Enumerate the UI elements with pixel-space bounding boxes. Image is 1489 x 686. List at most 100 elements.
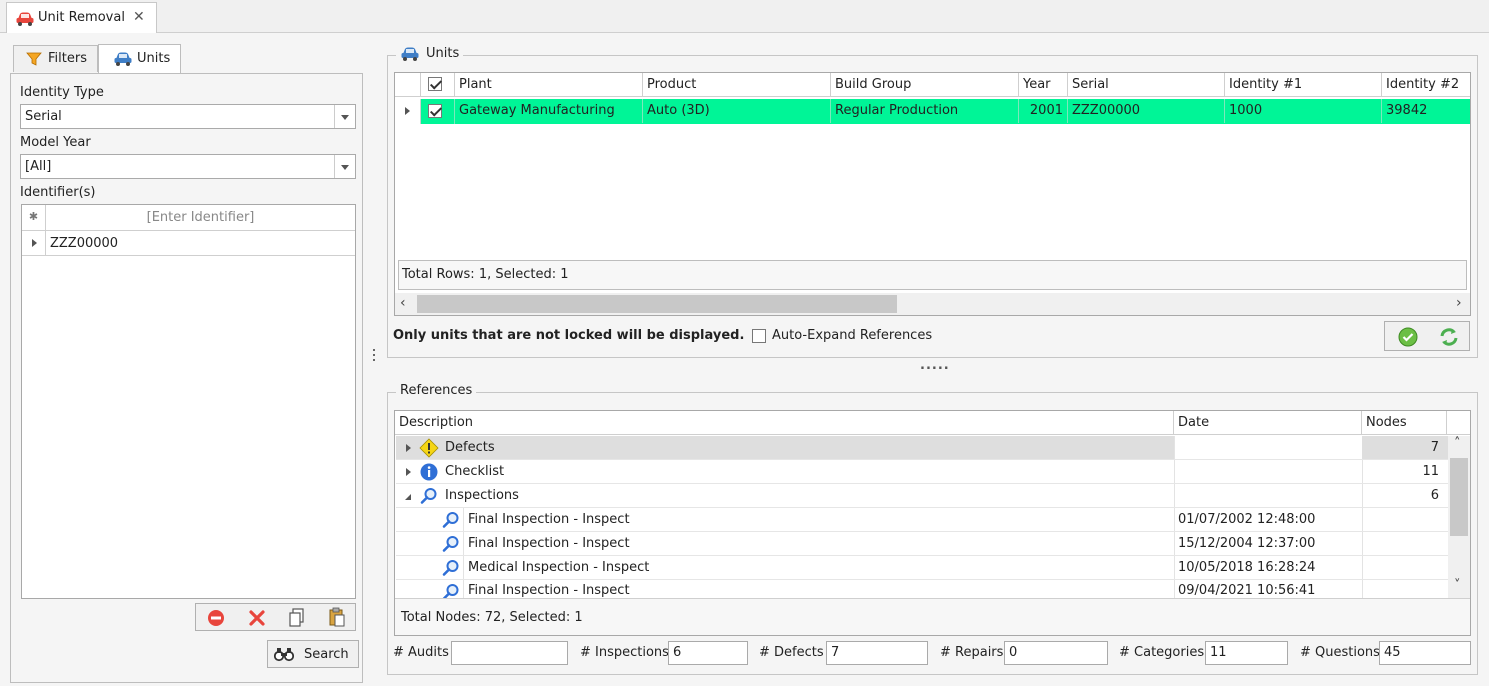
- expanded-icon[interactable]: [405, 494, 411, 500]
- column-header-nodes[interactable]: Nodes: [1362, 411, 1447, 435]
- references-status-bar: Total Nodes: 72, Selected: 1: [395, 598, 1470, 635]
- copy-icon[interactable]: [288, 608, 306, 627]
- close-icon[interactable]: ✕: [133, 9, 145, 25]
- identifier-actions-toolbar: [195, 603, 356, 631]
- scrollbar-thumb[interactable]: [1450, 458, 1468, 536]
- select-all-header[interactable]: [421, 73, 455, 97]
- scrollbar-thumb[interactable]: [417, 295, 897, 313]
- identifiers-grid: ✱ [Enter Identifier] ZZZ00000: [21, 204, 356, 599]
- document-tab-unit-removal[interactable]: Unit Removal ✕: [6, 2, 157, 34]
- tree-node-label: Final Inspection - Inspect: [468, 512, 630, 527]
- remove-icon[interactable]: [207, 609, 225, 627]
- tab-units-label: Units: [137, 51, 171, 66]
- tree-node-inspection[interactable]: Final Inspection - Inspect 01/07/2002 12…: [396, 508, 1448, 532]
- refresh-icon[interactable]: [1439, 327, 1459, 347]
- cell-serial: ZZZ00000: [1068, 99, 1225, 123]
- car-icon: [16, 12, 34, 26]
- row-select-cell[interactable]: [421, 99, 455, 124]
- magnifier-icon: [442, 536, 459, 552]
- units-note: Only units that are not locked will be d…: [393, 328, 745, 343]
- binoculars-icon: [274, 648, 294, 662]
- cell-date: [1174, 436, 1362, 459]
- model-year-value: [All]: [25, 159, 52, 174]
- auto-expand-checkbox[interactable]: [752, 329, 766, 343]
- tree-node-inspection[interactable]: Medical Inspection - Inspect 10/05/2018 …: [396, 556, 1448, 580]
- model-year-label: Model Year: [20, 135, 91, 150]
- horizontal-scrollbar[interactable]: ‹ ›: [395, 293, 1470, 315]
- cell-identity2: 39842: [1386, 103, 1428, 118]
- identifier-row[interactable]: ZZZ00000: [46, 231, 355, 256]
- tree-node-inspections[interactable]: Inspections 6: [396, 484, 1448, 508]
- repairs-field: 0: [1004, 641, 1108, 665]
- funnel-icon: [26, 52, 42, 66]
- references-status-text: Total Nodes: 72, Selected: 1: [401, 610, 583, 625]
- tab-filters[interactable]: Filters: [13, 45, 98, 72]
- units-title-text: Units: [426, 46, 460, 61]
- paste-icon[interactable]: [328, 607, 346, 627]
- column-header-serial[interactable]: Serial: [1068, 73, 1225, 97]
- identifiers-label: Identifier(s): [20, 185, 96, 200]
- cell-build-group: Regular Production: [831, 99, 1019, 123]
- column-header-description[interactable]: Description: [395, 411, 1174, 435]
- column-header-date[interactable]: Date: [1174, 411, 1362, 435]
- scroll-left-icon[interactable]: ‹: [400, 295, 406, 311]
- tree-node-inspection[interactable]: Final Inspection - Inspect 09/04/2021 10…: [396, 580, 1448, 598]
- column-header-identity2[interactable]: Identity #2: [1382, 73, 1470, 97]
- column-header-build-group[interactable]: Build Group: [831, 73, 1019, 97]
- audits-label: # Audits: [393, 645, 449, 660]
- tab-filters-label: Filters: [48, 51, 87, 66]
- cell-nodes: 7: [1430, 440, 1439, 455]
- repairs-label: # Repairs: [940, 645, 1004, 660]
- select-all-checkbox[interactable]: [428, 77, 442, 91]
- categories-field: 11: [1205, 641, 1288, 665]
- search-button[interactable]: Search: [267, 640, 359, 668]
- tree-node-checklist[interactable]: Checklist 11: [396, 460, 1448, 484]
- tab-units[interactable]: Units: [98, 44, 181, 73]
- chevron-down-icon[interactable]: [334, 105, 355, 128]
- vertical-splitter[interactable]: [373, 349, 376, 367]
- identifier-input[interactable]: [Enter Identifier]: [46, 205, 355, 231]
- units-filter-panel: Identity Type Serial Model Year [All] Id…: [10, 73, 363, 683]
- units-group-title: Units: [396, 45, 464, 65]
- categories-label: # Categories: [1119, 645, 1205, 660]
- cell-plant: Gateway Manufacturing: [455, 99, 643, 123]
- tree-node-label: Final Inspection - Inspect: [468, 536, 630, 551]
- accept-icon[interactable]: [1398, 327, 1418, 347]
- search-button-label: Search: [304, 647, 349, 662]
- tree-node-defects[interactable]: Defects 7: [396, 436, 1448, 460]
- delete-icon[interactable]: [248, 609, 266, 627]
- identity-type-label: Identity Type: [20, 85, 104, 100]
- cell-product: Auto (3D): [643, 99, 831, 123]
- column-header-plant[interactable]: Plant: [455, 73, 643, 97]
- scroll-header: [1447, 411, 1470, 435]
- model-year-dropdown[interactable]: [All]: [20, 154, 356, 179]
- row-checkbox[interactable]: [428, 104, 442, 118]
- scroll-right-icon[interactable]: ›: [1456, 295, 1462, 311]
- scroll-down-icon[interactable]: ˅: [1454, 578, 1461, 593]
- warning-icon: [419, 438, 439, 458]
- horizontal-splitter[interactable]: .....: [920, 358, 950, 373]
- column-header-product[interactable]: Product: [643, 73, 831, 97]
- chevron-down-icon[interactable]: [334, 155, 355, 178]
- scroll-up-icon[interactable]: ˄: [1454, 436, 1461, 451]
- cell-date: 09/04/2021 10:56:41: [1178, 583, 1316, 598]
- cell-identity1: 1000: [1225, 99, 1382, 123]
- units-grid: Plant Product Build Group Year Serial Id…: [394, 72, 1471, 316]
- inspections-field: 6: [668, 641, 748, 665]
- questions-field: 45: [1379, 641, 1471, 665]
- tree-node-inspection[interactable]: Final Inspection - Inspect 15/12/2004 12…: [396, 532, 1448, 556]
- audits-field: [451, 641, 568, 665]
- car-icon: [114, 52, 132, 66]
- new-row-marker: ✱: [22, 205, 46, 231]
- car-icon: [401, 47, 419, 61]
- magnifier-icon: [420, 488, 437, 504]
- defects-field: 7: [826, 641, 928, 665]
- references-tree: Description Date Nodes Defects 7 Checkli…: [394, 410, 1471, 636]
- identity-type-dropdown[interactable]: Serial: [20, 104, 356, 129]
- defects-label: # Defects: [759, 645, 824, 660]
- column-header-identity1[interactable]: Identity #1: [1225, 73, 1382, 97]
- vertical-scrollbar[interactable]: ˄ ˅: [1448, 436, 1470, 598]
- column-header-year[interactable]: Year: [1019, 73, 1068, 97]
- questions-label: # Questions: [1300, 645, 1380, 660]
- table-row[interactable]: Gateway Manufacturing Auto (3D) Regular …: [395, 99, 1470, 124]
